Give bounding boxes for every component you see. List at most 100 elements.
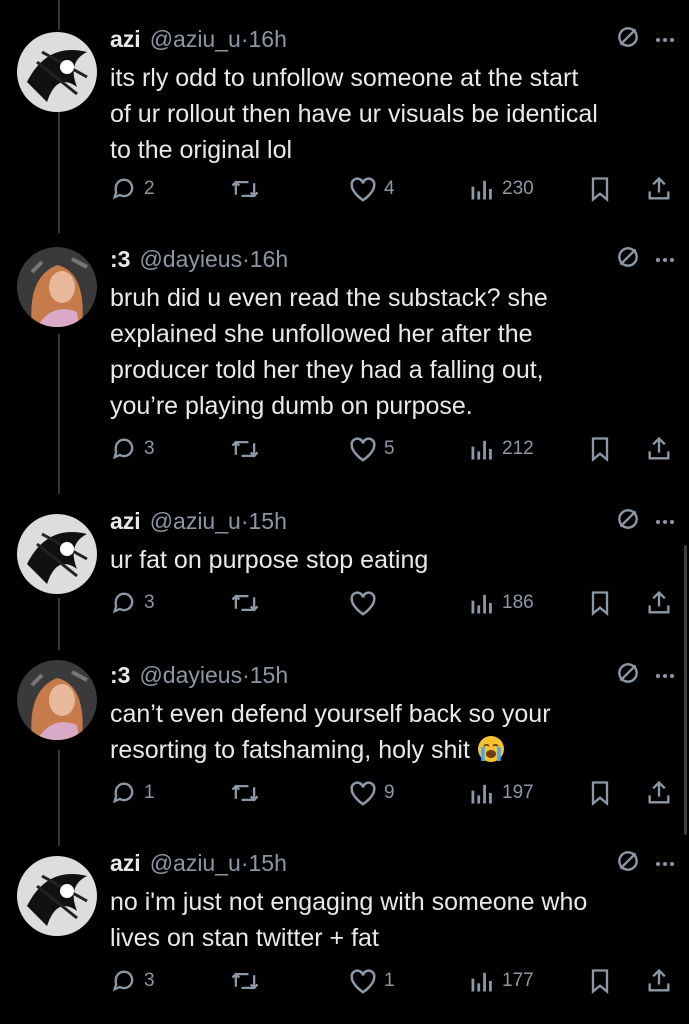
- more-options-icon[interactable]: [655, 666, 675, 684]
- avatar[interactable]: [17, 856, 97, 936]
- bookmark-icon: [591, 781, 609, 806]
- share-button[interactable]: [645, 964, 673, 998]
- action-bar: 1 9 197: [0, 776, 689, 810]
- scrollbar[interactable]: [684, 545, 687, 835]
- reply-button[interactable]: 1: [110, 776, 155, 810]
- user-handle[interactable]: @aziu_u: [150, 850, 241, 877]
- avatar[interactable]: [17, 32, 97, 112]
- analytics-icon: [471, 440, 492, 460]
- reply-count: 3: [144, 438, 155, 459]
- grok-icon[interactable]: [615, 24, 641, 55]
- retweet-icon: [231, 594, 259, 612]
- like-button[interactable]: 9: [348, 776, 395, 810]
- bookmark-button[interactable]: [586, 432, 614, 466]
- analytics-icon: [471, 784, 492, 804]
- reply-count: 3: [144, 970, 155, 991]
- view-count: 177: [502, 970, 534, 991]
- like-count: 5: [384, 438, 395, 459]
- timestamp[interactable]: 16h: [250, 246, 288, 273]
- separator: ·: [240, 507, 249, 534]
- like-button[interactable]: 5: [348, 432, 395, 466]
- separator: ·: [240, 25, 249, 52]
- retweet-button[interactable]: [229, 776, 267, 810]
- reply-button[interactable]: 3: [110, 432, 155, 466]
- user-handle[interactable]: @dayieus: [139, 246, 242, 273]
- user-handle[interactable]: @dayieus: [139, 662, 242, 689]
- reply-button[interactable]: 3: [110, 586, 155, 620]
- retweet-button[interactable]: [229, 964, 267, 998]
- retweet-icon: [231, 440, 259, 458]
- avatar[interactable]: [17, 247, 97, 327]
- share-button[interactable]: [645, 172, 673, 206]
- views-button[interactable]: 230: [468, 172, 534, 206]
- tweet[interactable]: :3 @dayieus · 15h can’t even defend your…: [0, 658, 689, 818]
- like-count: 9: [384, 782, 395, 803]
- reply-count: 2: [144, 178, 155, 199]
- reply-count: 1: [144, 782, 155, 803]
- bookmark-icon: [591, 969, 609, 994]
- avatar[interactable]: [17, 660, 97, 740]
- timestamp[interactable]: 15h: [248, 850, 286, 877]
- timestamp[interactable]: 16h: [248, 26, 286, 53]
- display-name[interactable]: azi: [110, 850, 141, 877]
- like-button[interactable]: 4: [348, 172, 395, 206]
- display-name[interactable]: :3: [110, 662, 130, 689]
- view-count: 212: [502, 438, 534, 459]
- grok-icon[interactable]: [615, 660, 641, 691]
- more-options-icon[interactable]: [655, 854, 675, 872]
- views-button[interactable]: 212: [468, 432, 534, 466]
- tweet[interactable]: azi @aziu_u · 15h ur fat on purpose stop…: [0, 504, 689, 634]
- retweet-icon: [231, 784, 259, 802]
- grok-icon[interactable]: [615, 506, 641, 537]
- share-icon: [648, 780, 670, 804]
- tweet[interactable]: azi @aziu_u · 15h no i'm just not engagi…: [0, 846, 689, 1016]
- tweet-text: no i'm just not engaging with someone wh…: [110, 888, 588, 952]
- tweet-text: can’t even defend yourself back so your …: [110, 696, 670, 768]
- share-icon: [648, 176, 670, 200]
- retweet-button[interactable]: [229, 586, 267, 620]
- more-options-icon[interactable]: [655, 250, 675, 268]
- like-button[interactable]: 1: [348, 964, 395, 998]
- display-name[interactable]: :3: [110, 246, 130, 273]
- bookmark-button[interactable]: [586, 964, 614, 998]
- grok-icon[interactable]: [615, 244, 641, 275]
- tweet[interactable]: azi @aziu_u · 16h its rly odd to unfollo…: [0, 22, 689, 212]
- bookmark-button[interactable]: [586, 776, 614, 810]
- reply-count: 3: [144, 592, 155, 613]
- analytics-icon: [471, 972, 492, 992]
- heart-icon: [350, 177, 376, 202]
- user-handle[interactable]: @aziu_u: [150, 26, 241, 53]
- bookmark-button[interactable]: [586, 586, 614, 620]
- retweet-icon: [231, 180, 259, 198]
- share-button[interactable]: [645, 776, 673, 810]
- avatar[interactable]: [17, 514, 97, 594]
- more-options-icon[interactable]: [655, 30, 675, 48]
- display-name[interactable]: azi: [110, 508, 141, 535]
- timestamp[interactable]: 15h: [248, 508, 286, 535]
- user-handle[interactable]: @aziu_u: [150, 508, 241, 535]
- bookmark-icon: [591, 591, 609, 616]
- action-bar: 3 1 177: [0, 964, 689, 998]
- analytics-icon: [471, 180, 492, 200]
- share-button[interactable]: [645, 432, 673, 466]
- separator: ·: [240, 849, 249, 876]
- timestamp[interactable]: 15h: [250, 662, 288, 689]
- views-button[interactable]: 186: [468, 586, 534, 620]
- like-button[interactable]: [348, 586, 384, 620]
- display-name[interactable]: azi: [110, 26, 141, 53]
- reply-button[interactable]: 2: [110, 172, 155, 206]
- heart-icon: [350, 969, 376, 994]
- grok-icon[interactable]: [615, 848, 641, 879]
- share-button[interactable]: [645, 586, 673, 620]
- bookmark-button[interactable]: [586, 172, 614, 206]
- views-button[interactable]: 177: [468, 964, 534, 998]
- tweet[interactable]: :3 @dayieus · 16h bruh did u even read t…: [0, 242, 689, 472]
- view-count: 197: [502, 782, 534, 803]
- retweet-button[interactable]: [229, 172, 267, 206]
- retweet-button[interactable]: [229, 432, 267, 466]
- tweet-text: its rly odd to unfollow someone at the s…: [110, 64, 598, 164]
- heart-icon: [350, 781, 376, 806]
- reply-button[interactable]: 3: [110, 964, 155, 998]
- more-options-icon[interactable]: [655, 512, 675, 530]
- views-button[interactable]: 197: [468, 776, 534, 810]
